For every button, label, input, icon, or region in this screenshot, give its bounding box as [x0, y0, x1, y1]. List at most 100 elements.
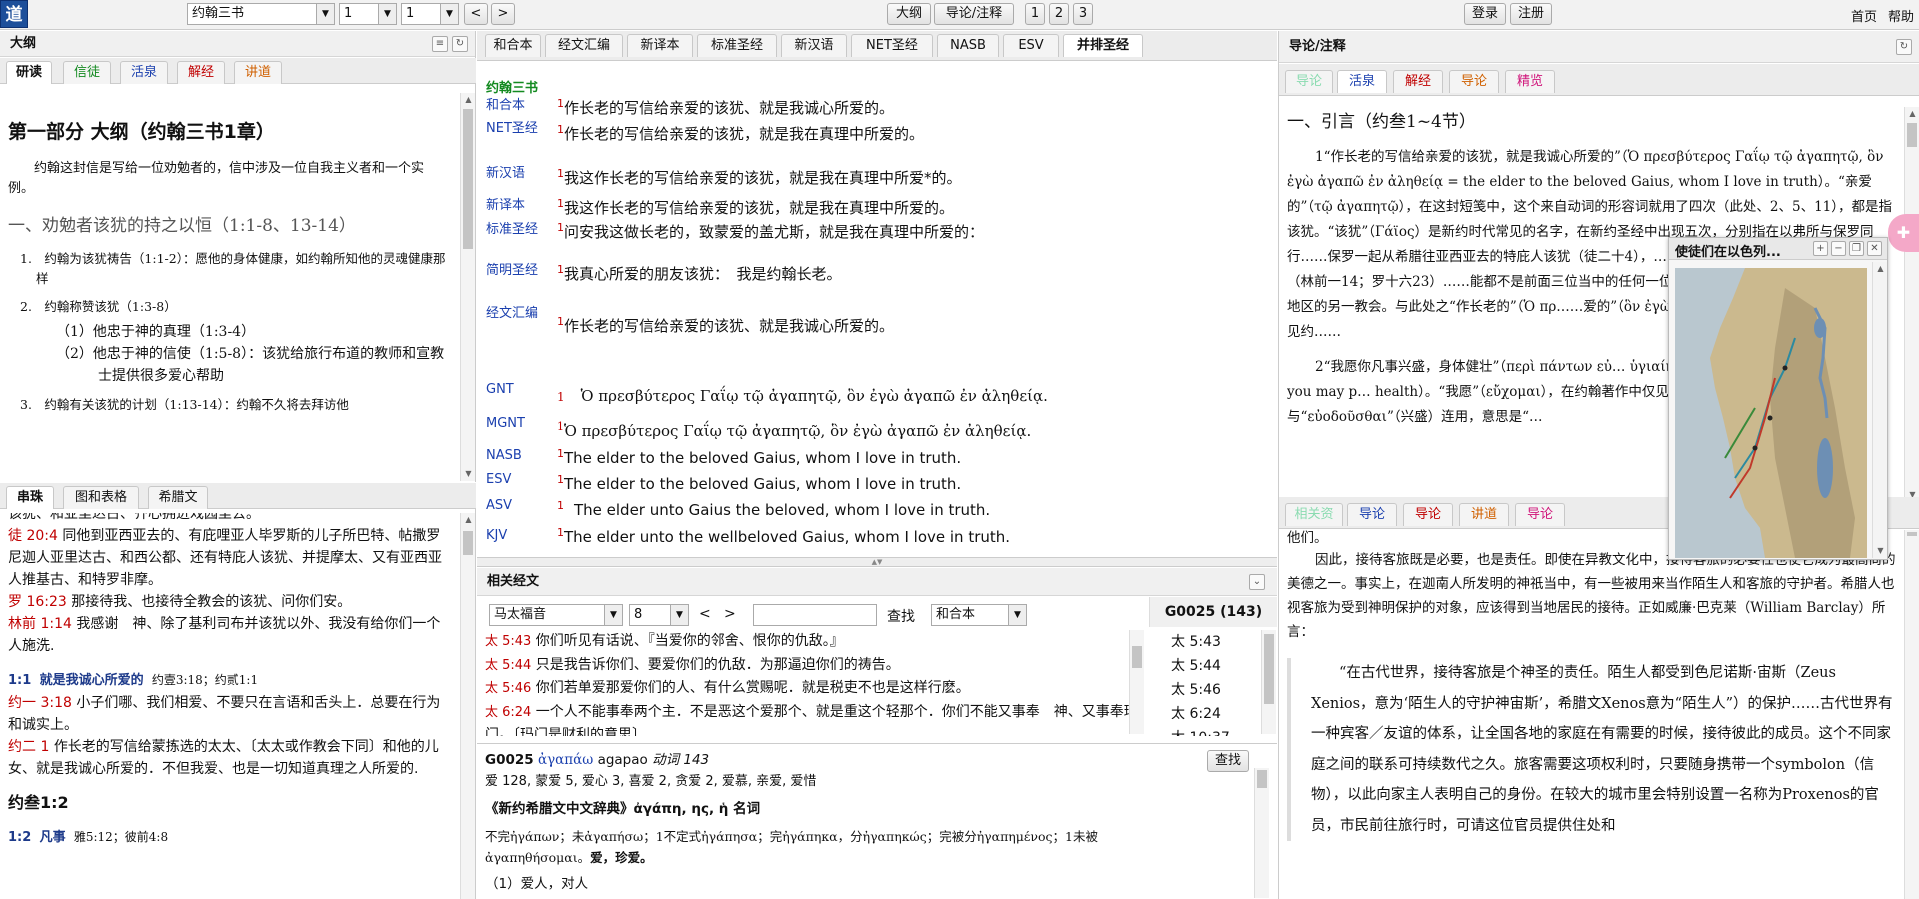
close-icon[interactable]: ✕: [1867, 241, 1882, 256]
scroll-up-icon[interactable]: ▲: [1905, 107, 1919, 121]
tab-spring[interactable]: 活泉: [1337, 70, 1387, 93]
outline-button[interactable]: 大纲: [887, 3, 931, 25]
tab-standard[interactable]: 标准圣经: [697, 34, 777, 57]
tab-intro[interactable]: 导论: [1285, 70, 1333, 93]
prev-arrow[interactable]: <: [699, 606, 711, 622]
restore-icon[interactable]: ❐: [1849, 241, 1864, 256]
xref-scrollbar[interactable]: ▲: [460, 513, 475, 899]
scroll-up-icon[interactable]: ▲: [461, 93, 476, 107]
tab-resources[interactable]: 相关资: [1285, 503, 1343, 526]
refresh-icon[interactable]: ↻: [452, 36, 468, 52]
scroll-up-icon[interactable]: ▲: [1873, 262, 1888, 276]
xref-ref[interactable]: 徒 20:4: [8, 528, 58, 544]
israel-map-image[interactable]: [1675, 268, 1867, 558]
tab-esv[interactable]: ESV: [1003, 34, 1059, 57]
page-2-button[interactable]: 2: [1049, 3, 1069, 25]
related-search-button[interactable]: 查找: [887, 606, 915, 626]
verse-select[interactable]: 1 ▼: [401, 3, 459, 25]
scroll-down-icon[interactable]: ▼: [1873, 544, 1888, 558]
commentary-scrollbar[interactable]: ▲ ▼: [1904, 107, 1919, 502]
related-search-input[interactable]: [753, 604, 877, 626]
home-link[interactable]: 首页: [1851, 6, 1877, 25]
list-item[interactable]: 太 5:44: [1171, 654, 1259, 678]
tab-cnv[interactable]: 新汉语: [781, 34, 847, 57]
xref-ref[interactable]: 约二 1: [8, 739, 49, 755]
scroll-thumb[interactable]: [1907, 532, 1917, 536]
tab-believers[interactable]: 信徒: [63, 61, 111, 84]
refresh-icon[interactable]: ↻: [1896, 39, 1912, 55]
tab-nasb[interactable]: NASB: [937, 34, 999, 57]
tab-cuv[interactable]: 和合本: [485, 34, 541, 57]
scroll-thumb[interactable]: [463, 109, 473, 249]
version-label[interactable]: MGNT: [486, 416, 525, 431]
version-label[interactable]: GNT: [486, 382, 514, 397]
related-version-select[interactable]: 和合本 ▼: [931, 604, 1027, 626]
tab-cross-refs[interactable]: 串珠: [6, 486, 54, 509]
version-label[interactable]: NASB: [486, 448, 522, 463]
version-label[interactable]: 和合本: [486, 98, 525, 113]
scroll-thumb[interactable]: [1132, 646, 1142, 668]
xref-refs[interactable]: 雅5:12；彼前4:8: [74, 830, 168, 844]
related-scrollbar[interactable]: [1129, 630, 1144, 734]
version-label[interactable]: 标准圣经: [486, 222, 542, 237]
tab-parallel[interactable]: 并排圣经: [1063, 34, 1143, 57]
logo[interactable]: 道: [0, 0, 28, 28]
scroll-thumb[interactable]: [1257, 770, 1267, 788]
map-window-titlebar[interactable]: 使徒们在以色列... + − ❐ ✕: [1669, 238, 1887, 260]
map-scrollbar[interactable]: ▲ ▼: [1872, 262, 1887, 558]
verse-ref[interactable]: 太 6:24: [485, 705, 531, 720]
verse-ref[interactable]: 太 5:43: [485, 634, 531, 649]
lexicon-scrollbar[interactable]: [1254, 768, 1269, 898]
splitter-handle[interactable]: ▲▼: [477, 557, 1277, 567]
tab-exegesis[interactable]: 解经: [177, 61, 225, 84]
register-button[interactable]: 注册: [1510, 3, 1552, 25]
tab-study[interactable]: 研读: [6, 61, 52, 84]
minimize-icon[interactable]: −: [1831, 241, 1846, 256]
version-label[interactable]: NET圣经: [486, 121, 546, 136]
tab-exegesis[interactable]: 解经: [1393, 70, 1443, 93]
scroll-thumb[interactable]: [1264, 634, 1274, 704]
tab-intro-5[interactable]: 导论: [1515, 503, 1565, 526]
tab-intro-2[interactable]: 导论: [1449, 70, 1499, 93]
login-button[interactable]: 登录: [1464, 3, 1506, 25]
scroll-thumb[interactable]: [1907, 123, 1917, 147]
collapse-icon[interactable]: ⌄: [1249, 574, 1265, 590]
add-icon[interactable]: +: [1813, 241, 1828, 256]
version-label[interactable]: ESV: [486, 472, 511, 487]
verse-ref[interactable]: 太 5:46: [485, 681, 531, 696]
book-select[interactable]: 约翰三书 ▼: [187, 3, 335, 25]
tab-overview[interactable]: 精览: [1505, 70, 1555, 93]
tab-charts[interactable]: 图和表格: [63, 486, 139, 509]
outline-scrollbar[interactable]: ▲ ▼: [460, 93, 475, 481]
list-item[interactable]: 太 6:24: [1171, 702, 1259, 726]
version-label[interactable]: 简明圣经: [486, 263, 542, 278]
next-button[interactable]: >: [491, 3, 515, 25]
xref-ref[interactable]: 林前 1:14: [8, 616, 72, 632]
tab-sermon[interactable]: 讲道: [1459, 503, 1509, 526]
help-link[interactable]: 帮助: [1888, 6, 1914, 25]
version-label[interactable]: KJV: [486, 528, 507, 543]
version-label[interactable]: 经文汇编: [486, 306, 542, 321]
scroll-up-icon[interactable]: ▲: [461, 513, 476, 527]
xref-ref[interactable]: 罗 16:23: [8, 594, 67, 610]
commentary-scrollbar-2[interactable]: [1904, 530, 1919, 899]
version-label[interactable]: 新汉语: [486, 166, 525, 181]
commentary-button[interactable]: 导论/注释: [934, 3, 1014, 25]
tab-intro-4[interactable]: 导论: [1403, 503, 1453, 526]
page-1-button[interactable]: 1: [1025, 3, 1045, 25]
xref-ref[interactable]: 约一 3:18: [8, 695, 72, 711]
related-chapter-select[interactable]: 8 ▼: [629, 604, 689, 626]
tab-concordance[interactable]: 经文汇编: [545, 34, 623, 57]
verse-ref[interactable]: 太 5:44: [485, 658, 531, 673]
ref-list-scrollbar[interactable]: [1261, 630, 1276, 734]
next-arrow[interactable]: >: [724, 606, 736, 622]
scroll-thumb[interactable]: [463, 531, 473, 555]
side-float-icon[interactable]: ✚: [1888, 214, 1919, 252]
list-item[interactable]: 太 5:46: [1171, 678, 1259, 702]
tab-sermon[interactable]: 讲道: [234, 61, 282, 84]
page-3-button[interactable]: 3: [1073, 3, 1093, 25]
tab-ccb[interactable]: 新译本: [627, 34, 693, 57]
list-item[interactable]: 太 5:43: [1171, 630, 1259, 654]
tab-greek[interactable]: 希腊文: [148, 486, 208, 509]
tab-spring[interactable]: 活泉: [120, 61, 168, 84]
